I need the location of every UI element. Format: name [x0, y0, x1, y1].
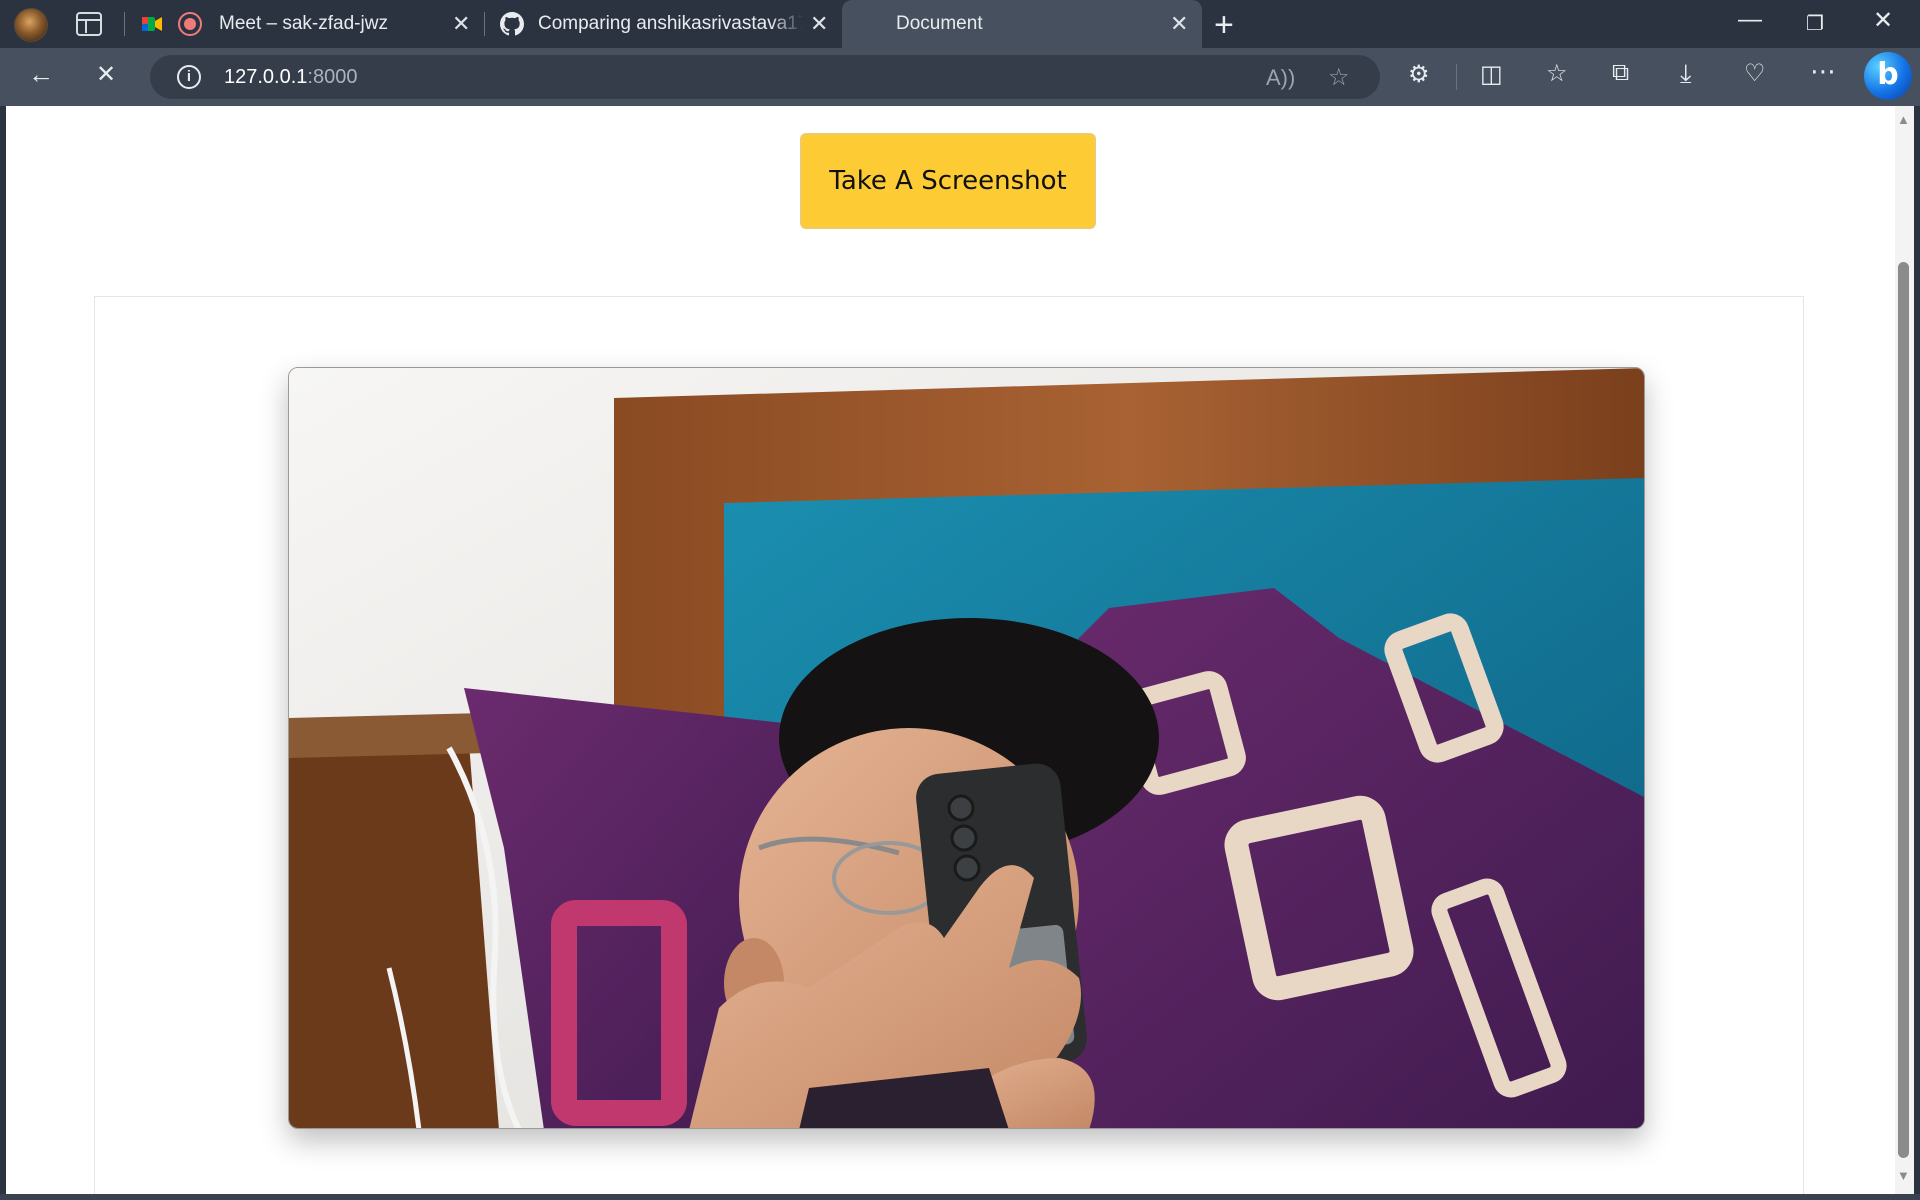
tab-document-title: Document	[896, 13, 983, 34]
tab-github[interactable]: Comparing anshikasrivastava17:m ✕	[488, 0, 840, 48]
favorite-star-icon[interactable]: ☆	[1328, 63, 1350, 92]
recording-icon	[178, 12, 202, 36]
close-tab-meet-icon[interactable]: ✕	[452, 11, 470, 37]
browser-toolbar: ← ✕ i 127.0.0.1:8000 A)) ☆ ⚙ ◫ ☆ ⧉ ⤓ ♡ ⋯…	[0, 48, 1920, 106]
take-screenshot-button[interactable]: Take A Screenshot	[800, 133, 1096, 229]
scroll-up-arrow-icon[interactable]: ▲	[1897, 112, 1910, 127]
bing-copilot-icon[interactable]: b	[1864, 52, 1912, 100]
collections-icon[interactable]: ⧉	[1612, 59, 1629, 87]
minimize-button[interactable]: —	[1738, 6, 1762, 34]
github-icon	[500, 12, 524, 36]
stop-loading-icon[interactable]: ✕	[96, 60, 116, 89]
favorites-icon[interactable]: ☆	[1546, 59, 1568, 88]
restore-button[interactable]: ❐	[1806, 11, 1824, 36]
tab-separator	[124, 12, 125, 36]
profile-avatar[interactable]	[14, 8, 48, 42]
tab-meet[interactable]: Meet – sak-zfad-jwz ✕	[130, 0, 480, 48]
browser-essentials-icon[interactable]: ♡	[1744, 59, 1766, 88]
webcam-video	[288, 367, 1645, 1129]
downloads-icon[interactable]: ⤓	[1680, 58, 1692, 90]
extensions-icon[interactable]: ⚙	[1408, 60, 1430, 89]
tab-strip: Meet – sak-zfad-jwz ✕ Comparing anshikas…	[0, 0, 1920, 48]
url-host: 127.0.0.1	[224, 66, 308, 88]
tab-actions-icon[interactable]	[76, 12, 102, 36]
tab-document[interactable]: Document ✕	[842, 0, 1202, 48]
url-text[interactable]: 127.0.0.1:8000	[224, 66, 357, 89]
google-meet-icon	[142, 17, 162, 31]
more-menu-icon[interactable]: ⋯	[1810, 56, 1836, 87]
close-tab-github-icon[interactable]: ✕	[810, 11, 828, 37]
read-aloud-icon[interactable]: A))	[1266, 65, 1295, 91]
page-viewport: Take A Screenshot	[6, 106, 1895, 1194]
address-bar[interactable]: i 127.0.0.1:8000 A)) ☆	[150, 55, 1380, 99]
window-bottom-edge	[0, 1194, 1920, 1200]
new-tab-button[interactable]: +	[1214, 6, 1234, 45]
tab-separator	[484, 12, 485, 36]
close-window-button[interactable]: ✕	[1873, 6, 1893, 35]
scrollbar-thumb[interactable]	[1898, 262, 1909, 1158]
tab-github-title: Comparing anshikasrivastava17:m	[538, 13, 803, 34]
close-tab-document-icon[interactable]: ✕	[1170, 11, 1188, 37]
split-screen-icon[interactable]: ◫	[1480, 60, 1503, 89]
back-arrow-icon[interactable]: ←	[28, 59, 54, 90]
site-info-icon[interactable]: i	[177, 65, 201, 89]
tab-meet-title: Meet – sak-zfad-jwz	[219, 13, 388, 34]
url-port: :8000	[307, 66, 358, 88]
scroll-down-arrow-icon[interactable]: ▼	[1897, 1168, 1910, 1183]
toolbar-separator	[1456, 64, 1457, 90]
